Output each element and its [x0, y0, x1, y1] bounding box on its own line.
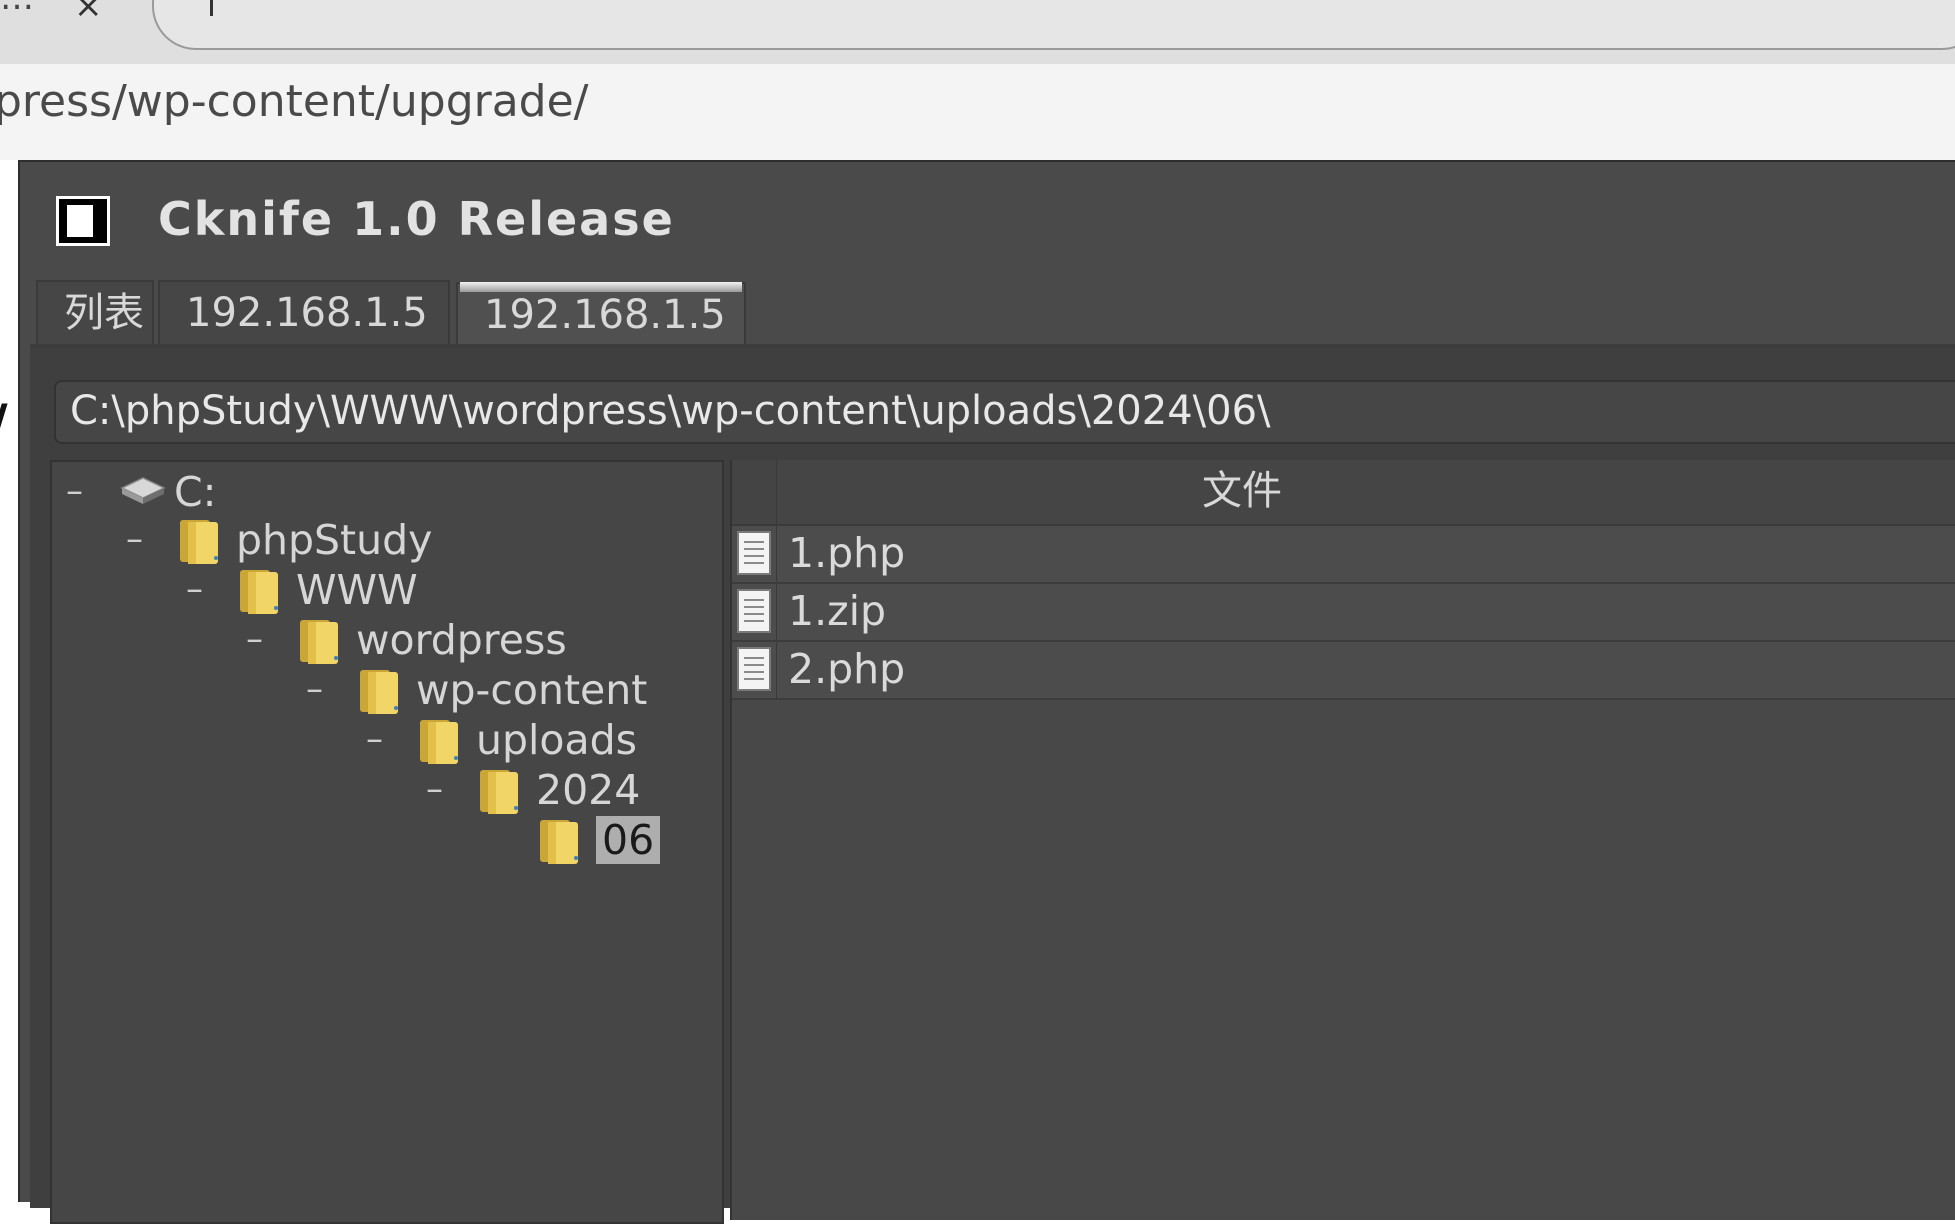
tree-label: C: [174, 468, 217, 516]
cknife-window: Cknife 1.0 Release 列表 192.168.1.5 192.16… [18, 160, 1955, 1224]
overflow-icon[interactable]: … [0, 0, 34, 18]
tree-label: phpStudy [236, 516, 433, 564]
collapse-icon[interactable]: – [246, 616, 263, 662]
file-name: 1.zip [788, 587, 887, 635]
file-name: 1.php [788, 529, 906, 577]
table-row[interactable]: 1.php [732, 526, 1955, 584]
browser-tab-strip: … × [0, 0, 1955, 65]
app-icon[interactable] [56, 196, 110, 246]
active-tab-highlight [460, 282, 742, 292]
tree-label: WWW [296, 566, 418, 614]
folder-icon [478, 766, 520, 816]
address-url: press/wp-content/upgrade/ [0, 76, 589, 127]
close-tab-icon[interactable]: × [74, 0, 103, 26]
file-icon [736, 530, 772, 576]
column-header-file[interactable]: 文件 [1202, 460, 1282, 522]
table-header[interactable]: 文件 [732, 460, 1955, 526]
tree-label: 2024 [536, 766, 641, 814]
table-row[interactable]: 1.zip [732, 584, 1955, 642]
collapse-icon[interactable]: – [66, 468, 83, 514]
file-name: 2.php [788, 645, 906, 693]
page-glyph: / [0, 390, 8, 472]
drive-icon [118, 472, 168, 512]
tab-label: 192.168.1.5 [186, 290, 428, 336]
collapse-icon[interactable]: – [366, 716, 383, 762]
tab-host-1[interactable]: 192.168.1.5 [158, 280, 450, 344]
table-row[interactable]: 2.php [732, 642, 1955, 700]
file-icon [736, 646, 772, 692]
tree-label: wp-content [416, 666, 648, 714]
cursor-icon [210, 0, 213, 16]
file-table[interactable]: 文件 1.php 1.zip 2.php [730, 460, 1955, 1220]
collapse-icon[interactable]: – [426, 766, 443, 812]
collapse-icon[interactable]: – [126, 516, 143, 562]
collapse-icon[interactable]: – [186, 566, 203, 612]
directory-tree[interactable]: – C: – phpStudy – WWW – wordpress – wp-c… [50, 460, 724, 1224]
path-text: C:\phpStudy\WWW\wordpress\wp-content\upl… [70, 388, 1271, 434]
tree-label: wordpress [356, 616, 567, 664]
file-manager-panel: C:\phpStudy\WWW\wordpress\wp-content\upl… [30, 348, 1955, 1224]
title-bar[interactable]: Cknife 1.0 Release [20, 162, 1955, 274]
tab-label: 列表 [64, 290, 144, 336]
tree-label: uploads [476, 716, 637, 764]
tab-list[interactable]: 列表 [36, 280, 154, 344]
folder-icon [538, 816, 580, 866]
path-input[interactable]: C:\phpStudy\WWW\wordpress\wp-content\upl… [54, 380, 1955, 444]
folder-icon [298, 616, 340, 666]
folder-icon [238, 566, 280, 616]
browser-tab[interactable] [152, 0, 1955, 50]
address-bar[interactable]: press/wp-content/upgrade/ [0, 64, 1955, 160]
tree-label-selected: 06 [596, 816, 661, 864]
tab-host-2-active[interactable]: 192.168.1.5 [456, 282, 746, 346]
folder-icon [358, 666, 400, 716]
header-gutter [732, 460, 777, 524]
file-icon [736, 588, 772, 634]
collapse-icon[interactable]: – [306, 666, 323, 712]
folder-icon [418, 716, 460, 766]
tab-label: 192.168.1.5 [484, 292, 726, 338]
window-title: Cknife 1.0 Release [158, 192, 675, 246]
folder-icon [178, 516, 220, 566]
